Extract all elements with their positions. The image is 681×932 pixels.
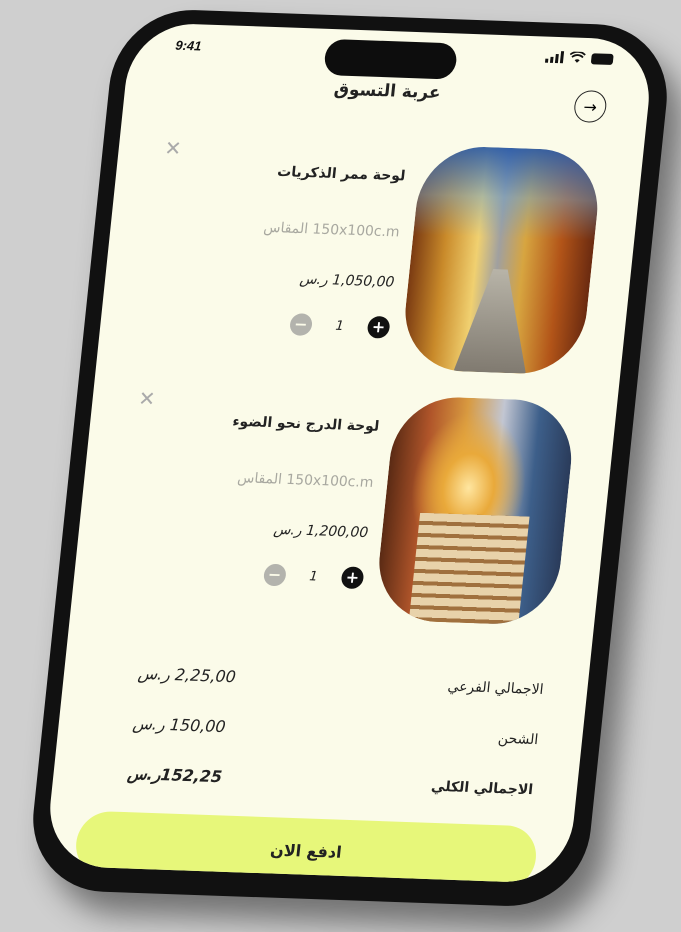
product-image[interactable] [373,395,578,627]
close-icon: ✕ [137,386,157,411]
quantity-value: 1 [334,318,345,334]
item-price: 1,050,00 ر.س [298,271,396,291]
status-icons [544,51,614,65]
minus-icon: − [293,314,309,334]
cart-item: ✕ لوحة ممر الذكريات 150x100c.m المقاس 1,… [130,135,604,379]
product-image[interactable] [399,144,604,376]
quantity-stepper: − 1 + [262,563,365,590]
minus-icon: − [267,564,283,585]
status-time: 9:41 [174,37,203,54]
arrow-right-icon: → [582,96,598,117]
total-value: 152,25ر.س [126,763,224,787]
cart-item: ✕ لوحة الدرج نحو الضوء 150x100c.m المقاس… [104,386,578,630]
quantity-stepper: − 1 + [288,313,391,339]
item-price: 1,200,00 ر.س [272,521,369,542]
increase-quantity-button[interactable]: + [366,315,391,339]
shipping-label: الشحن [497,730,540,749]
decrease-quantity-button[interactable]: − [288,313,313,336]
order-summary: الاجمالي الفرعي 2,25,00 ر.س الشحن 150,00… [94,657,545,823]
wifi-icon [569,51,586,63]
subtotal-label: الاجمالي الفرعي [446,678,545,699]
pay-now-label: ادفع الان [269,839,343,862]
phone-mockup: 9:41 عربة التسوق → ✕ لوحة ممر الذكريات 1… [25,7,675,909]
item-name: لوحة ممر الذكريات [276,163,407,185]
plus-icon: + [371,317,387,337]
decrease-quantity-button[interactable]: − [262,563,287,587]
close-icon: ✕ [163,135,183,161]
item-name: لوحة الدرج نحو الضوء [231,413,381,435]
quantity-value: 1 [308,568,319,585]
remove-item-button[interactable]: ✕ [137,386,156,411]
increase-quantity-button[interactable]: + [340,566,365,590]
total-label: الاجمالي الكلي [430,778,534,799]
battery-icon [590,52,614,65]
dynamic-island [323,38,459,80]
subtotal-value: 2,25,00 ر.س [136,663,237,687]
signal-icon [544,51,565,64]
item-size: 150x100c.m المقاس [262,219,401,241]
item-size: 150x100c.m المقاس [236,470,375,491]
app-screen: 9:41 عربة التسوق → ✕ لوحة ممر الذكريات 1… [43,21,656,884]
plus-icon: + [344,567,361,587]
remove-item-button[interactable]: ✕ [164,136,183,161]
page-title: عربة التسوق [332,79,442,104]
shipping-value: 150,00 ر.س [131,713,227,737]
